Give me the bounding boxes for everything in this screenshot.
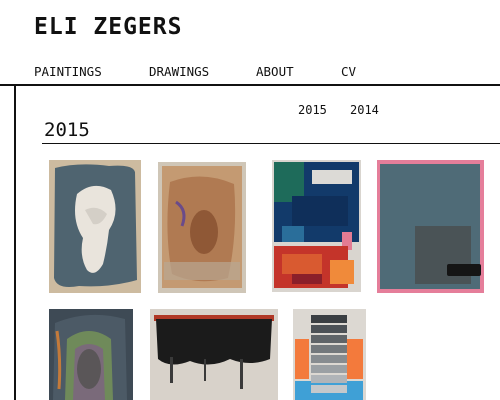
painting-image-5 bbox=[49, 309, 133, 400]
painting-thumbnail-7[interactable] bbox=[293, 309, 366, 400]
section-title: 2015 bbox=[44, 119, 90, 141]
year-link-2014[interactable]: 2014 bbox=[350, 103, 379, 117]
site-title[interactable]: ELI ZEGERS bbox=[34, 14, 182, 40]
painting-thumbnail-3[interactable] bbox=[272, 160, 361, 292]
painting-thumbnail-2[interactable] bbox=[158, 162, 246, 293]
painting-thumbnail-1[interactable] bbox=[49, 160, 141, 293]
painting-image-6 bbox=[150, 309, 278, 400]
painting-thumbnail-5[interactable] bbox=[49, 309, 133, 400]
painting-image-3 bbox=[272, 160, 361, 292]
painting-image-2 bbox=[158, 162, 246, 293]
header-divider bbox=[0, 84, 500, 86]
painting-thumbnail-4[interactable] bbox=[377, 160, 484, 293]
year-link-2015[interactable]: 2015 bbox=[298, 103, 327, 117]
painting-image-4 bbox=[377, 160, 484, 293]
content-left-border bbox=[14, 85, 16, 400]
section-divider bbox=[42, 143, 500, 144]
painting-thumbnail-6[interactable] bbox=[150, 309, 278, 400]
nav-item-drawings[interactable]: DRAWINGS bbox=[149, 64, 209, 79]
nav-item-paintings[interactable]: PAINTINGS bbox=[34, 64, 102, 79]
nav-item-cv[interactable]: CV bbox=[341, 64, 356, 79]
painting-image-7 bbox=[293, 309, 366, 400]
painting-image-1 bbox=[49, 160, 141, 293]
nav-item-about[interactable]: ABOUT bbox=[256, 64, 294, 79]
